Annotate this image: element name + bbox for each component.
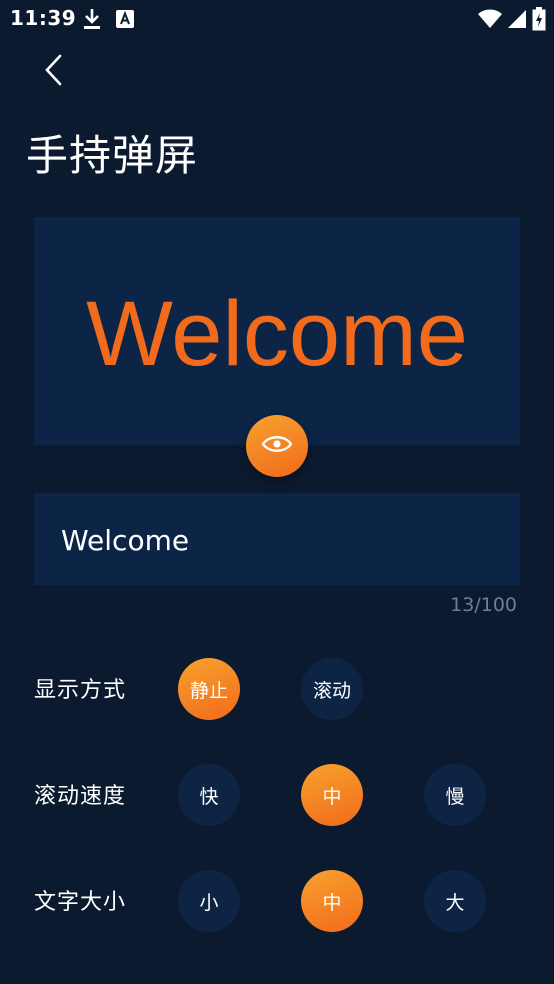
download-icon <box>82 8 102 34</box>
preview-button[interactable] <box>246 415 308 477</box>
text-size-medium-option[interactable]: 中 <box>301 870 363 932</box>
back-button[interactable] <box>36 50 72 90</box>
eye-icon <box>261 433 293 459</box>
preview-text: Welcome <box>86 282 468 385</box>
display-mode-static-option[interactable]: 静止 <box>178 658 240 720</box>
display-mode-row: 显示方式 静止 滚动 <box>0 658 554 720</box>
display-mode-label: 显示方式 <box>34 678 127 703</box>
danmaku-preview: Welcome <box>34 217 520 445</box>
scroll-speed-fast-option[interactable]: 快 <box>178 764 240 826</box>
chevron-left-icon <box>36 54 72 94</box>
scroll-speed-slow-option[interactable]: 慢 <box>424 764 486 826</box>
page-title: 手持弹屏 <box>26 131 199 180</box>
text-a-icon <box>116 10 134 32</box>
wifi-icon <box>478 9 502 33</box>
signal-icon <box>508 9 526 33</box>
danmaku-text-input[interactable] <box>59 519 493 561</box>
text-size-large-option[interactable]: 大 <box>424 870 486 932</box>
display-mode-scroll-option[interactable]: 滚动 <box>301 658 363 720</box>
text-size-small-option[interactable]: 小 <box>178 870 240 932</box>
scroll-speed-row: 滚动速度 快 中 慢 <box>0 764 554 826</box>
battery-icon <box>532 7 546 35</box>
text-input-box <box>34 493 520 585</box>
scroll-speed-medium-option[interactable]: 中 <box>301 764 363 826</box>
text-size-label: 文字大小 <box>34 890 127 915</box>
status-bar: 11:39 <box>0 0 554 38</box>
char-counter: 13/100 <box>450 594 517 616</box>
status-time: 11:39 <box>10 6 77 30</box>
text-size-row: 文字大小 小 中 大 <box>0 870 554 932</box>
scroll-speed-label: 滚动速度 <box>34 784 127 809</box>
